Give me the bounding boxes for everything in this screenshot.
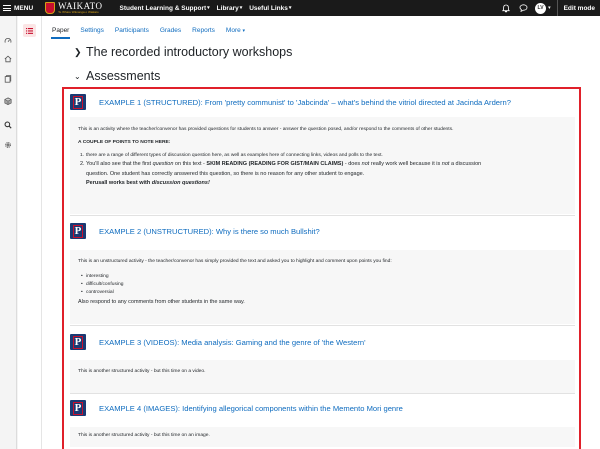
activity-example-3[interactable]: P EXAMPLE 3 (VIDEOS): Media analysis: Ga… [70,334,366,350]
activity-link[interactable]: EXAMPLE 1 (STRUCTURED): From 'pretty com… [99,98,511,107]
logo-subtext: Te Whare Wānanga o Waikato [58,10,99,14]
chevron-down-icon: ▾ [207,5,210,11]
divider [70,325,575,326]
description-text: This is another structured activity - bu… [78,433,210,438]
secondary-nav: Paper Settings Participants Grades Repor… [50,27,256,39]
list-item: difficult/confusing [81,282,123,287]
nav-useful-links[interactable]: Useful Links ▾ [249,5,291,12]
activity-example-2[interactable]: P EXAMPLE 2 (UNSTRUCTURED): Why is there… [70,223,320,239]
tab-reports[interactable]: Reports [192,27,215,34]
crest-icon [45,2,56,14]
activity-example-4[interactable]: P EXAMPLE 4 (IMAGES): Identifying allego… [70,400,403,416]
main-content: Paper Settings Participants Grades Repor… [42,16,600,449]
section-recorded-workshops[interactable]: ❯ The recorded introductory workshops [74,45,293,59]
description-text: This is an activity where the teacher/co… [78,127,454,132]
course-index-column [18,16,42,449]
section-title: The recorded introductory workshops [86,45,293,59]
activity-example-1[interactable]: P EXAMPLE 1 (STRUCTURED): From 'pretty c… [70,94,511,110]
chevron-right-icon[interactable]: ❯ [74,47,86,58]
search-icon[interactable] [3,120,13,130]
dashboard-icon[interactable] [3,36,13,46]
user-avatar[interactable]: LV [535,2,547,14]
activity-link[interactable]: EXAMPLE 4 (IMAGES): Identifying allegori… [99,404,403,413]
edit-mode-toggle[interactable]: Edit mode [556,0,600,16]
activity-link[interactable]: EXAMPLE 3 (VIDEOS): Media analysis: Gami… [99,338,366,347]
list-icon [26,27,33,34]
university-logo[interactable]: WAIKATO Te Whare Wānanga o Waikato [45,0,102,16]
list-item-continued: question. One student has correctly answ… [86,171,365,177]
activity-link[interactable]: EXAMPLE 2 (UNSTRUCTURED): Why is there s… [99,227,320,236]
list-item: interesting [81,274,108,279]
course-index-toggle[interactable] [23,24,36,37]
menu-button[interactable]: MENU [0,0,39,16]
tab-settings[interactable]: Settings [80,27,104,34]
tab-participants[interactable]: Participants [115,27,149,34]
chevron-down-icon: ▾ [239,5,243,11]
list-item-emphasis: Perusall works best with discussion ques… [86,180,210,186]
chevron-down-icon: ▾ [288,5,292,11]
perusall-icon: P [70,223,86,239]
nav-library[interactable]: Library ▾ [217,5,243,12]
tab-more[interactable]: More ▾ [226,27,245,34]
chevron-down-icon: ▾ [242,28,246,34]
tab-grades[interactable]: Grades [160,27,181,34]
home-icon[interactable] [3,54,13,64]
chevron-down-icon[interactable]: ▾ [548,5,551,11]
bell-icon[interactable] [501,3,511,13]
section-assessments[interactable]: ⌄ Assessments [74,69,161,83]
divider [70,215,575,216]
section-title: Assessments [86,69,161,83]
list-item: controversial [81,290,114,295]
courses-icon[interactable] [3,74,13,84]
settings-icon[interactable] [3,140,13,150]
left-rail [0,16,17,449]
perusall-icon: P [70,334,86,350]
top-navbar: MENU WAIKATO Te Whare Wānanga o Waikato … [0,0,600,16]
points-heading: A COUPLE OF POINTS TO NOTE HERE: [78,140,171,145]
perusall-icon: P [70,400,86,416]
menu-label: MENU [14,4,34,12]
description-text: This is another structured activity - bu… [78,369,206,374]
description-text: This is an unstructured activity - the t… [78,259,392,264]
chat-icon[interactable] [518,3,528,13]
chevron-down-icon[interactable]: ⌄ [74,72,86,81]
list-item: 1. there are a range of different types o… [80,153,383,158]
tab-paper[interactable]: Paper [50,27,71,39]
cube-icon[interactable] [3,96,13,106]
divider [70,393,575,394]
list-item: 2. You'll also see that the first questio… [80,161,482,167]
nav-student-learning[interactable]: Student Learning & Support ▾ [119,5,209,12]
perusall-icon: P [70,94,86,110]
respond-text: Also respond to any comments from other … [78,299,245,305]
hamburger-icon [3,5,11,11]
activity-description [70,360,575,393]
